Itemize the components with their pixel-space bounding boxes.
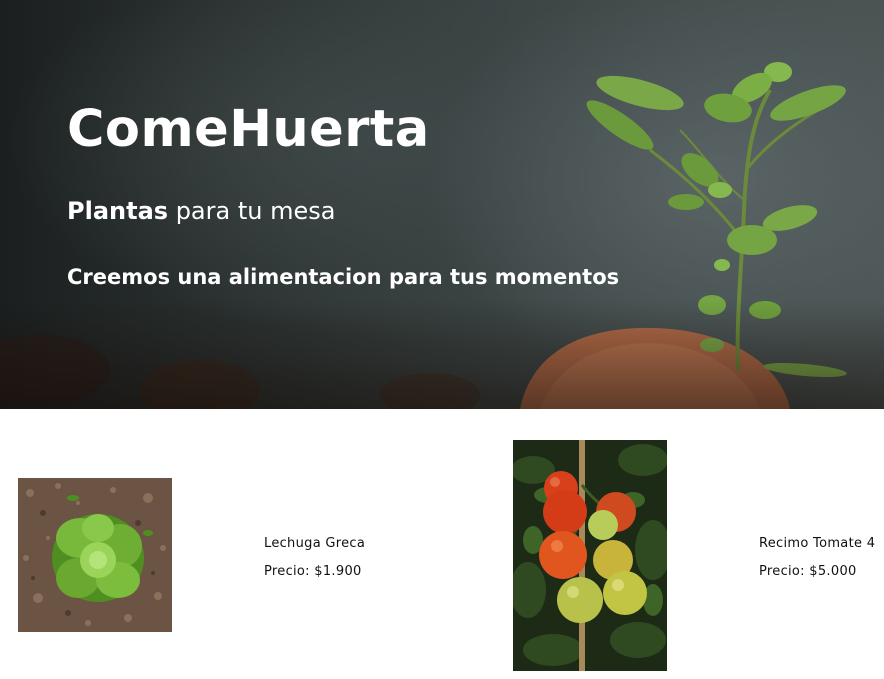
hero-banner: ComeHuerta Plantas para tu mesa Creemos … xyxy=(0,0,884,409)
subtitle-emphasis: Plantas xyxy=(67,197,169,225)
product-name: Lechuga Greca xyxy=(264,536,366,551)
product-price: Precio: $1.900 xyxy=(264,564,362,579)
product-price: Precio: $5.000 xyxy=(759,564,857,579)
site-title: ComeHuerta xyxy=(67,100,430,159)
subtitle-rest: para tu mesa xyxy=(168,197,336,225)
hero-subtitle: Plantas para tu mesa xyxy=(67,197,335,225)
lettuce-photo xyxy=(18,478,172,632)
product-image-lettuce[interactable] xyxy=(18,478,172,632)
product-name: Recimo Tomate 4 xyxy=(759,536,876,551)
tomato-vine-photo xyxy=(513,440,667,671)
hero-tagline: Creemos una alimentacion para tus moment… xyxy=(67,265,620,289)
product-image-tomato[interactable] xyxy=(513,440,667,671)
